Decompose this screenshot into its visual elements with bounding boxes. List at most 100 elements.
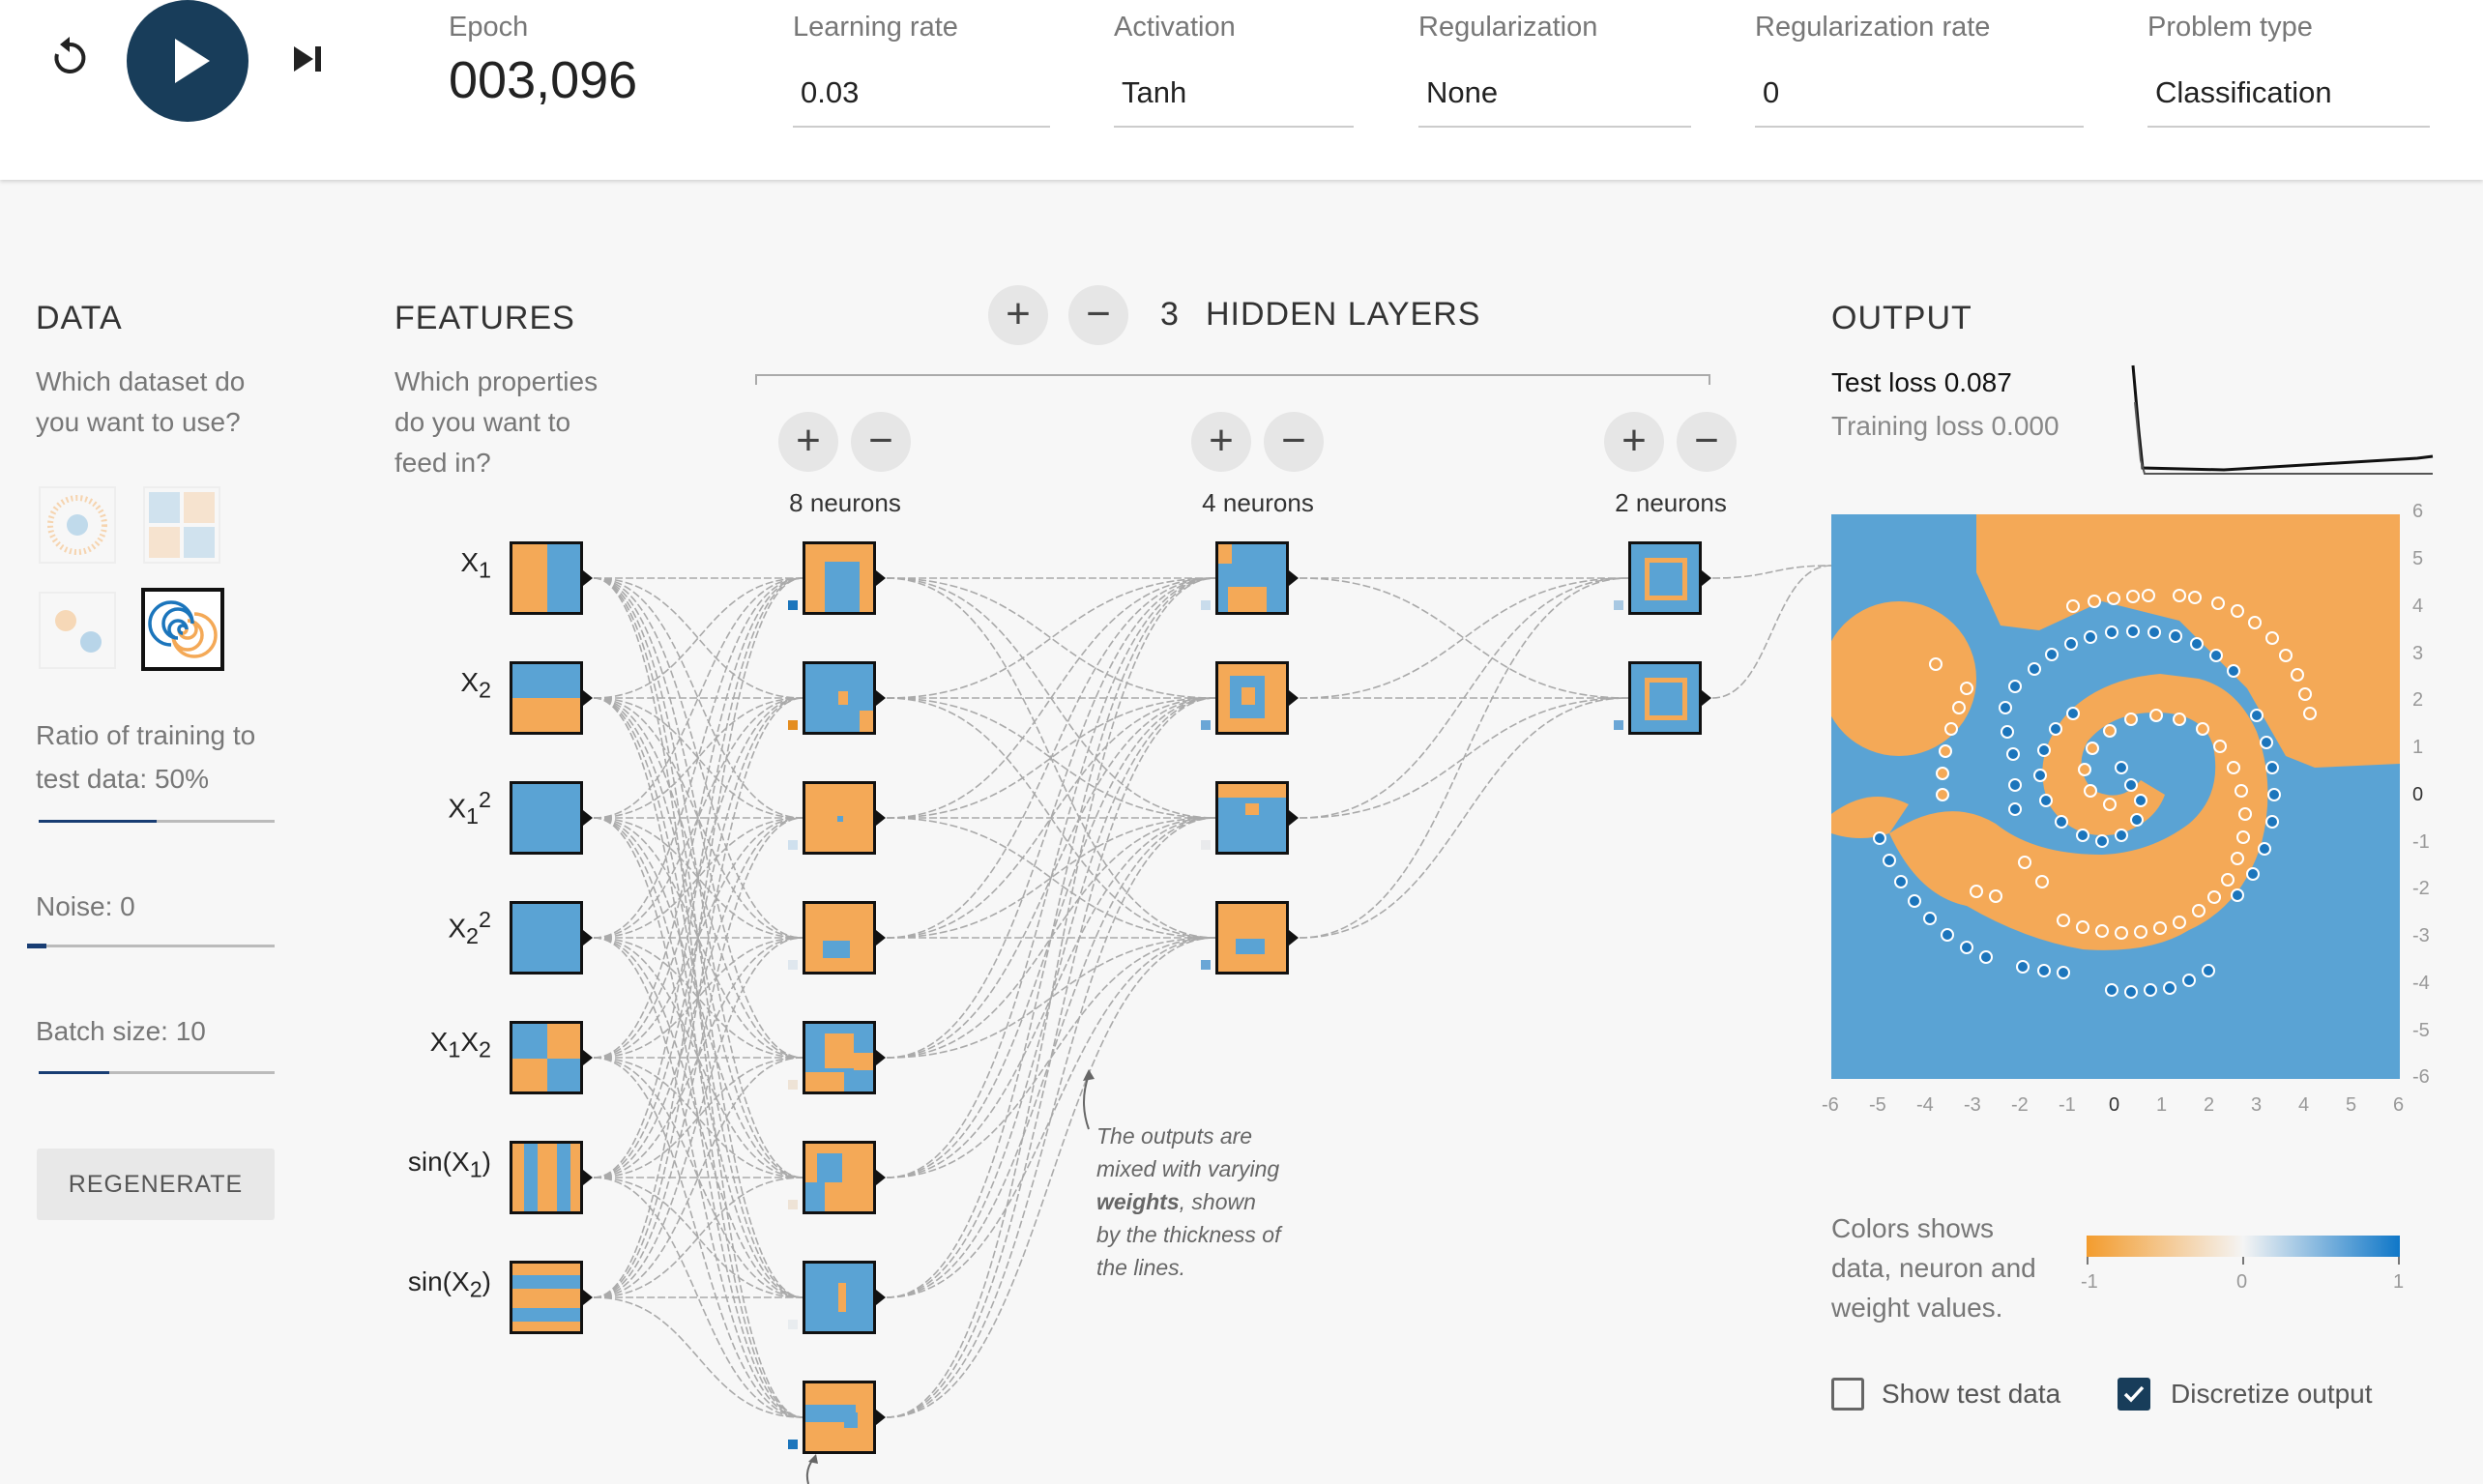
show-test-data-checkbox[interactable] xyxy=(1831,1378,1864,1411)
y-tick: -3 xyxy=(2412,925,2430,946)
neuron-heat xyxy=(805,1182,825,1211)
layer1-neuron-8[interactable] xyxy=(803,1381,876,1454)
layer1-neuron-1[interactable] xyxy=(803,541,876,615)
annotation-line3-rest: , shown xyxy=(1179,1189,1256,1214)
x-tick: -5 xyxy=(1869,1094,1886,1116)
weight-link xyxy=(1299,577,1629,699)
layer2-neuron-4[interactable] xyxy=(1215,901,1289,975)
x-tick: 1 xyxy=(2156,1094,2168,1116)
feature-node-sin-x1[interactable] xyxy=(510,1141,583,1214)
x-tick: -4 xyxy=(1916,1094,1934,1116)
weights-annotation: The outputs are mixed with varying weigh… xyxy=(1096,1120,1281,1284)
checkmark-icon xyxy=(2123,1385,2145,1403)
weight-link xyxy=(886,577,1216,699)
neuron-heat xyxy=(860,562,873,612)
y-tick: 3 xyxy=(2412,643,2424,664)
neuron-heat xyxy=(823,941,850,958)
feature-node-x2-squared[interactable] xyxy=(510,901,583,975)
x-tick: 6 xyxy=(2393,1094,2405,1116)
x-tick: 0 xyxy=(2109,1094,2120,1116)
layer3-neuron-2[interactable] xyxy=(1628,661,1702,735)
y-tick: 2 xyxy=(2412,689,2424,711)
bias-indicator xyxy=(788,1440,798,1449)
show-test-data-label[interactable]: Show test data xyxy=(1882,1379,2060,1410)
neuron-heat xyxy=(1242,687,1255,705)
bias-indicator xyxy=(788,1080,798,1090)
neuron-heat xyxy=(805,544,825,612)
y-tick: 5 xyxy=(2412,548,2424,569)
node-output-arrow xyxy=(876,930,886,946)
feature-node-sin-x2[interactable] xyxy=(510,1261,583,1334)
legend-desc-line2: data, neuron and xyxy=(1831,1253,2036,1283)
layer1-neuron-7[interactable] xyxy=(803,1261,876,1334)
hidden-layers-bracket xyxy=(755,374,1710,385)
feature-label-x1: X1 xyxy=(460,547,491,583)
discretize-output-label[interactable]: Discretize output xyxy=(2171,1379,2373,1410)
add-layer-button[interactable]: + xyxy=(988,285,1048,345)
neuron-heat xyxy=(825,544,873,562)
weight-link xyxy=(593,1057,803,1418)
y-tick: -2 xyxy=(2412,878,2430,899)
node-output-arrow xyxy=(583,690,593,706)
feature-node-x2[interactable] xyxy=(510,661,583,735)
annotation-weights-bold: weights xyxy=(1096,1189,1180,1214)
node-output-arrow xyxy=(583,930,593,946)
annotation-line2: mixed with varying xyxy=(1096,1156,1280,1181)
layer1-neuron-6[interactable] xyxy=(803,1141,876,1214)
neuron-heat xyxy=(817,1153,842,1182)
bias-indicator xyxy=(788,1200,798,1209)
x-tick: 3 xyxy=(2251,1094,2263,1116)
bias-indicator xyxy=(788,960,798,970)
feature-label-x2-squared: X22 xyxy=(448,907,491,948)
neuron-heat xyxy=(1645,678,1687,720)
neuron-heat xyxy=(844,1412,858,1428)
weight-link xyxy=(886,577,1216,939)
layer1-add-neuron-button[interactable]: + xyxy=(778,412,838,472)
layer2-neuron-3[interactable] xyxy=(1215,781,1289,855)
layer3-add-neuron-button[interactable]: + xyxy=(1604,412,1664,472)
feature-node-x1[interactable] xyxy=(510,541,583,615)
bias-indicator xyxy=(788,1320,798,1329)
discretize-output-checkbox[interactable] xyxy=(2118,1378,2150,1411)
layer3-neuron-1[interactable] xyxy=(1628,541,1702,615)
layer1-neuron-5[interactable] xyxy=(803,1021,876,1094)
node-output-arrow xyxy=(1289,570,1299,586)
weight-link xyxy=(593,577,803,699)
decision-boundary-plot[interactable] xyxy=(1831,514,2400,1079)
node-output-arrow xyxy=(583,570,593,586)
x-tick: 5 xyxy=(2346,1094,2357,1116)
feature-node-x1x2[interactable] xyxy=(510,1021,583,1094)
layer2-neuron-2[interactable] xyxy=(1215,661,1289,735)
layer3-neurons-label: 2 neurons xyxy=(1615,488,1727,517)
weight-link xyxy=(1299,577,1629,939)
bias-indicator xyxy=(1201,960,1211,970)
node-output-arrow xyxy=(583,1170,593,1185)
training-loss: Training loss 0.000 xyxy=(1831,411,2059,441)
annotation-line5: the lines. xyxy=(1096,1255,1186,1280)
y-tick: 1 xyxy=(2412,737,2424,758)
layer2-add-neuron-button[interactable]: + xyxy=(1191,412,1251,472)
feature-node-x1-squared[interactable] xyxy=(510,781,583,855)
layer1-neuron-2[interactable] xyxy=(803,661,876,735)
layer2-remove-neuron-button[interactable]: − xyxy=(1264,412,1324,472)
neuron-heat xyxy=(838,691,848,705)
y-tick: 4 xyxy=(2412,596,2424,617)
bias-indicator xyxy=(1201,840,1211,850)
remove-layer-button[interactable]: − xyxy=(1068,285,1128,345)
neuron-heat xyxy=(860,711,873,732)
weight-link xyxy=(593,1296,803,1418)
color-legend-gradient xyxy=(2087,1236,2400,1257)
layer2-neuron-1[interactable] xyxy=(1215,541,1289,615)
layer1-neuron-4[interactable] xyxy=(803,901,876,975)
x-tick: 4 xyxy=(2298,1094,2310,1116)
node-output-arrow xyxy=(876,1170,886,1185)
legend-tick xyxy=(2398,1257,2400,1265)
layer1-neuron-3[interactable] xyxy=(803,781,876,855)
feature-label-x1x2: X1X2 xyxy=(429,1027,491,1062)
layer1-remove-neuron-button[interactable]: − xyxy=(851,412,911,472)
weight-link xyxy=(593,577,803,699)
y-tick: -6 xyxy=(2412,1066,2430,1088)
layer3-remove-neuron-button[interactable]: − xyxy=(1677,412,1737,472)
y-tick: -5 xyxy=(2412,1020,2430,1041)
neuron-heat xyxy=(1236,939,1265,954)
